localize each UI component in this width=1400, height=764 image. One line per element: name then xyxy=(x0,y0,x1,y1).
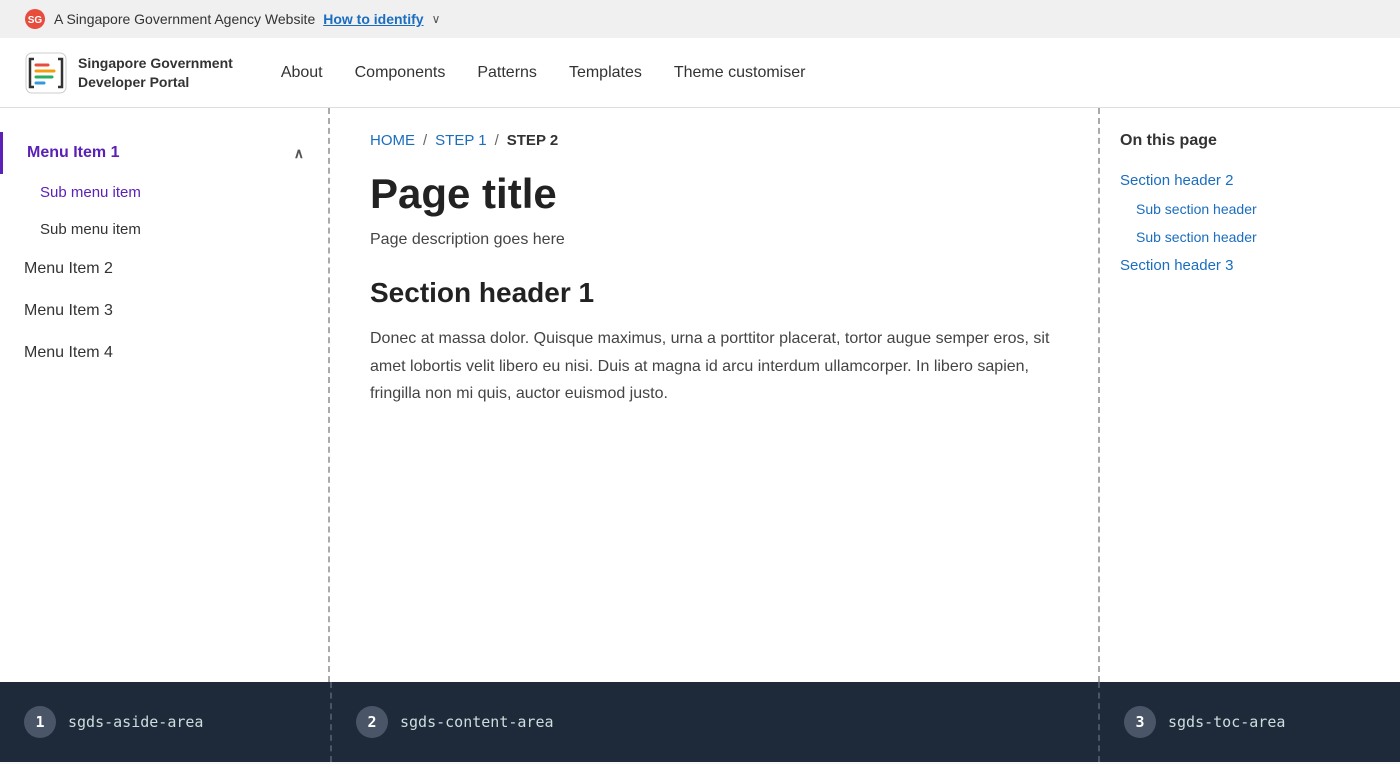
section-header-1: Section header 1 xyxy=(370,277,1058,309)
brand-name: Singapore GovernmentDeveloper Portal xyxy=(78,54,233,90)
sidebar: Menu Item 1 ∧ Sub menu item Sub menu ite… xyxy=(0,108,330,682)
toc-sidebar: On this page Section header 2 Sub sectio… xyxy=(1100,108,1400,682)
gov-banner-text: A Singapore Government Agency Website xyxy=(54,11,315,27)
sidebar-item-menu4-label: Menu Item 4 xyxy=(24,344,113,362)
sidebar-item-menu2-label: Menu Item 2 xyxy=(24,260,113,278)
toc-title: On this page xyxy=(1120,132,1380,150)
nav-components[interactable]: Components xyxy=(355,60,446,85)
gov-banner: SG A Singapore Government Agency Website… xyxy=(0,0,1400,38)
sidebar-item-menu3-label: Menu Item 3 xyxy=(24,302,113,320)
sidebar-item-menu1-label: Menu Item 1 xyxy=(27,144,119,162)
page-title: Page title xyxy=(370,169,1058,219)
navbar: Singapore GovernmentDeveloper Portal Abo… xyxy=(0,38,1400,108)
nav-links: About Components Patterns Templates Them… xyxy=(281,64,806,82)
annotation-toc: 3 sgds-toc-area xyxy=(1100,706,1400,738)
nav-patterns[interactable]: Patterns xyxy=(477,60,537,85)
nav-theme-customiser[interactable]: Theme customiser xyxy=(674,60,806,85)
toc-link-sub1[interactable]: Sub section header xyxy=(1120,195,1380,223)
annotation-number-3: 3 xyxy=(1124,706,1156,738)
main-layout: Menu Item 1 ∧ Sub menu item Sub menu ite… xyxy=(0,108,1400,682)
toc-link-section2[interactable]: Section header 2 xyxy=(1120,166,1380,195)
chevron-up-icon: ∧ xyxy=(294,145,304,162)
sidebar-item-menu4[interactable]: Menu Item 4 xyxy=(0,332,328,374)
sidebar-item-menu1[interactable]: Menu Item 1 ∧ xyxy=(0,132,328,174)
sidebar-subitem-1-2[interactable]: Sub menu item xyxy=(0,211,328,248)
breadcrumb-home[interactable]: HOME xyxy=(370,132,415,149)
brand-logo-link[interactable]: Singapore GovernmentDeveloper Portal xyxy=(24,51,233,95)
sidebar-subitem-1-1[interactable]: Sub menu item xyxy=(0,174,328,211)
section-body: Donec at massa dolor. Quisque maximus, u… xyxy=(370,325,1058,407)
breadcrumb-step1[interactable]: STEP 1 xyxy=(435,132,486,149)
nav-templates[interactable]: Templates xyxy=(569,60,642,85)
annotation-aside: 1 sgds-aside-area xyxy=(0,706,330,738)
breadcrumb: HOME / STEP 1 / STEP 2 xyxy=(370,132,1058,149)
sg-lion-icon: SG xyxy=(24,8,46,30)
annotation-number-1: 1 xyxy=(24,706,56,738)
page-description: Page description goes here xyxy=(370,231,1058,249)
breadcrumb-sep-2: / xyxy=(495,132,499,149)
content-area: HOME / STEP 1 / STEP 2 Page title Page d… xyxy=(330,108,1100,682)
annotation-number-2: 2 xyxy=(356,706,388,738)
annotation-content: 2 sgds-content-area xyxy=(332,706,1098,738)
toc-link-section3[interactable]: Section header 3 xyxy=(1120,251,1380,280)
breadcrumb-step2: STEP 2 xyxy=(507,132,558,149)
annotation-bar: 1 sgds-aside-area 2 sgds-content-area 3 … xyxy=(0,682,1400,762)
chevron-down-icon: ∨ xyxy=(432,12,441,26)
nav-about[interactable]: About xyxy=(281,60,323,85)
annotation-toc-label: sgds-toc-area xyxy=(1168,713,1285,731)
sidebar-item-menu2[interactable]: Menu Item 2 xyxy=(0,248,328,290)
toc-link-sub2[interactable]: Sub section header xyxy=(1120,223,1380,251)
brand-logo-icon xyxy=(24,51,68,95)
sidebar-item-menu3[interactable]: Menu Item 3 xyxy=(0,290,328,332)
how-to-identify-link[interactable]: How to identify xyxy=(323,11,423,27)
breadcrumb-sep-1: / xyxy=(423,132,427,149)
annotation-aside-label: sgds-aside-area xyxy=(68,713,203,731)
annotation-content-label: sgds-content-area xyxy=(400,713,554,731)
svg-text:SG: SG xyxy=(28,15,43,26)
